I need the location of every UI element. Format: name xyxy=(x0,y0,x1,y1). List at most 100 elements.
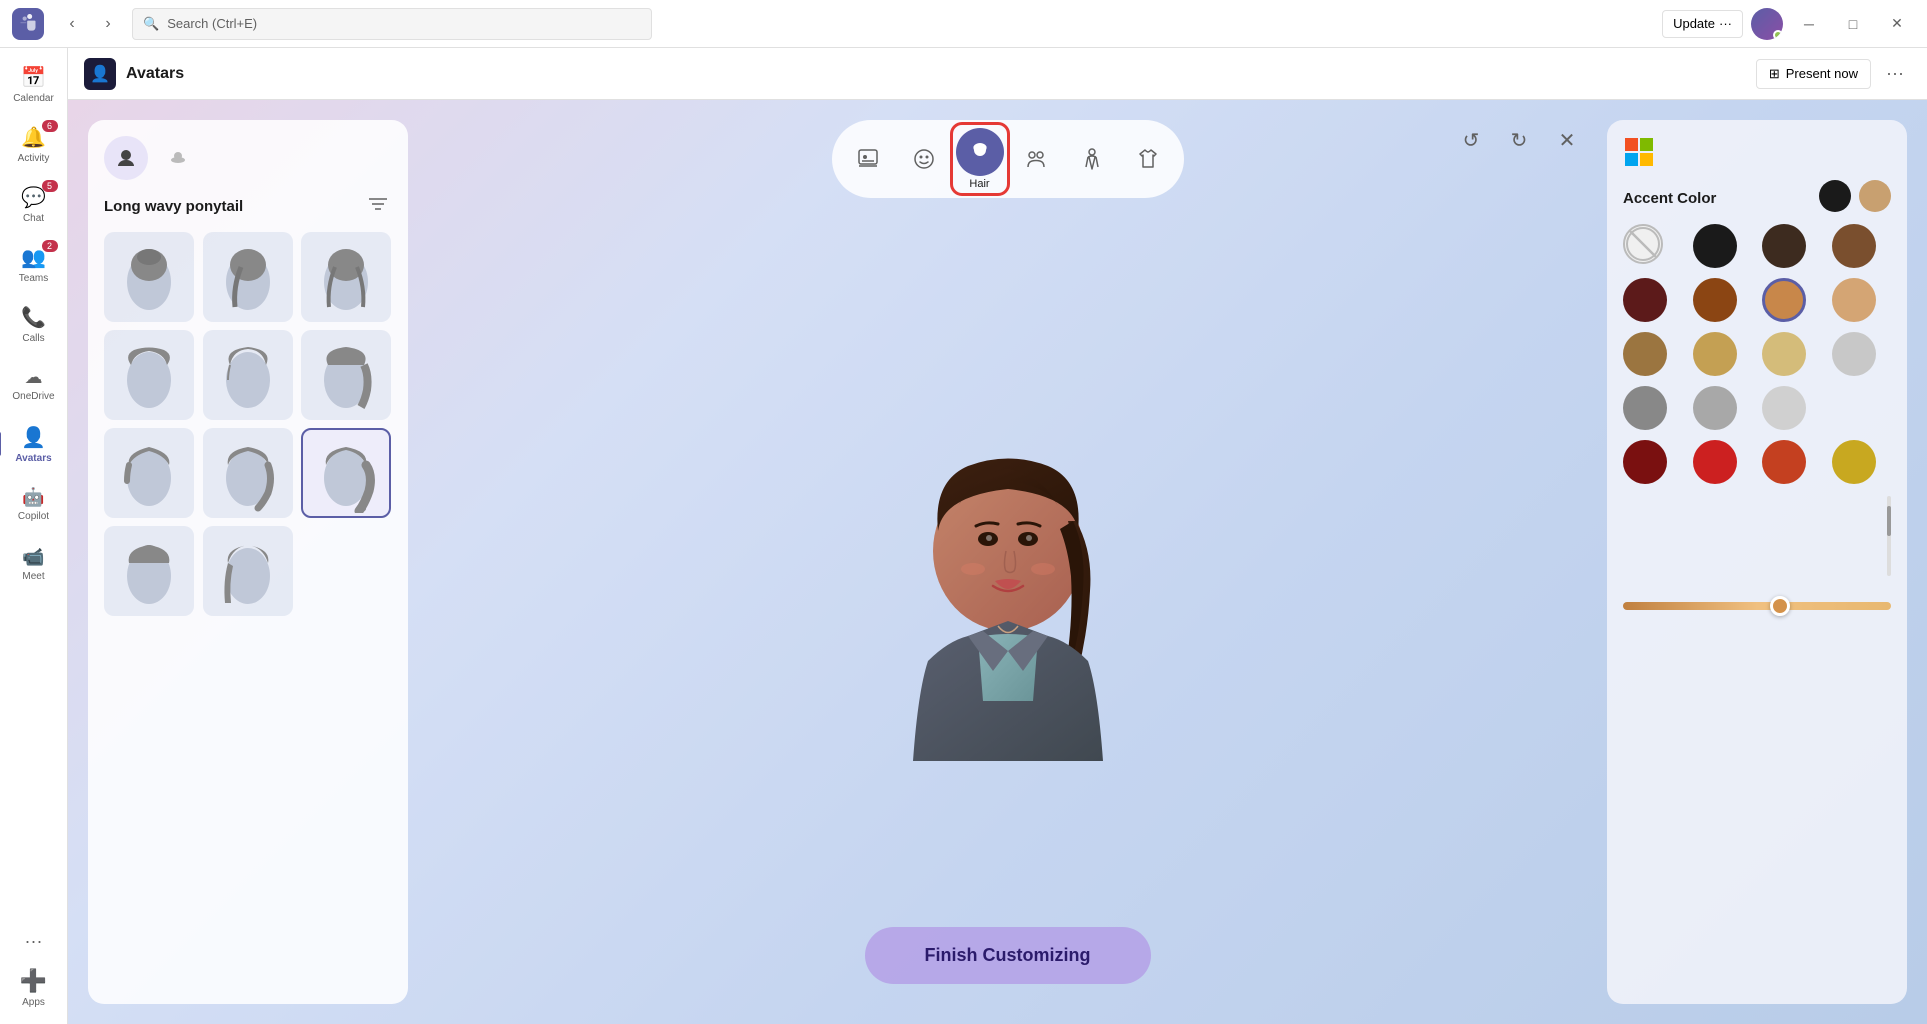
sidebar-label-chat: Chat xyxy=(23,213,44,224)
avatars-icon: 👤 xyxy=(21,425,46,450)
color-red[interactable] xyxy=(1693,440,1737,484)
color-darkblonde[interactable] xyxy=(1693,332,1737,376)
slider-thumb[interactable] xyxy=(1770,596,1790,616)
sidebar-item-onedrive[interactable]: ☁ OneDrive xyxy=(6,356,62,412)
accent-swatch-brown[interactable] xyxy=(1859,180,1891,212)
page-header-icon: 👤 xyxy=(84,58,116,90)
sidebar-item-add[interactable]: ➕ Apps xyxy=(6,960,62,1016)
center-content: Hair xyxy=(408,100,1607,1024)
hair-style-11[interactable] xyxy=(203,526,293,616)
page-title: Avatars xyxy=(126,65,184,83)
hair-tool-button[interactable] xyxy=(956,128,1004,176)
sidebar-item-meet[interactable]: 📹 Meet xyxy=(6,536,62,592)
accent-swatches-top xyxy=(1819,180,1891,212)
onedrive-icon: ☁ xyxy=(25,367,43,388)
color-caramel[interactable] xyxy=(1762,278,1806,322)
hair-style-9[interactable] xyxy=(301,428,391,518)
sidebar-label-calls: Calls xyxy=(22,333,44,344)
close-customizer-button[interactable]: ✕ xyxy=(1547,120,1587,160)
close-button[interactable]: ✕ xyxy=(1879,8,1915,40)
sidebar-label-teams: Teams xyxy=(19,273,48,284)
avatar-area: Long wavy ponytail xyxy=(68,100,1927,1024)
color-brown[interactable] xyxy=(1693,278,1737,322)
tool-group xyxy=(1012,135,1060,183)
teams-logo xyxy=(12,8,44,40)
sidebar-item-avatars[interactable]: 👤 Avatars xyxy=(6,416,62,472)
search-placeholder: Search (Ctrl+E) xyxy=(167,16,257,31)
tab-headwear[interactable] xyxy=(156,136,200,180)
color-empty xyxy=(1832,386,1876,430)
maximize-button[interactable]: □ xyxy=(1835,8,1871,40)
sidebar-item-chat[interactable]: 5 💬 Chat xyxy=(6,176,62,232)
present-now-label: Present now xyxy=(1786,66,1858,81)
color-black[interactable] xyxy=(1693,224,1737,268)
color-darkbrown[interactable] xyxy=(1762,224,1806,268)
page-header-right: ⊞ Present now ··· xyxy=(1756,58,1911,90)
hair-style-10[interactable] xyxy=(104,526,194,616)
group-tool-button[interactable] xyxy=(1012,135,1060,183)
hair-style-6[interactable] xyxy=(301,330,391,420)
hair-style-8[interactable] xyxy=(203,428,293,518)
color-tan[interactable] xyxy=(1832,278,1876,322)
color-darkred2[interactable] xyxy=(1623,440,1667,484)
present-icon: ⊞ xyxy=(1769,66,1780,82)
sidebar-label-apps: Apps xyxy=(22,997,45,1008)
present-now-button[interactable]: ⊞ Present now xyxy=(1756,59,1871,89)
color-darkgray[interactable] xyxy=(1623,386,1667,430)
toolbar-action-buttons: ↺ ↻ ✕ xyxy=(1451,120,1587,160)
reactions-tool-button[interactable] xyxy=(844,135,892,183)
hair-style-2[interactable] xyxy=(203,232,293,322)
color-auburn[interactable] xyxy=(1762,440,1806,484)
color-mediumbrown[interactable] xyxy=(1832,224,1876,268)
filter-button[interactable] xyxy=(364,192,392,220)
forward-button[interactable]: › xyxy=(92,8,124,40)
sidebar-label-avatars: Avatars xyxy=(15,453,51,464)
back-button[interactable]: ‹ xyxy=(56,8,88,40)
color-lightblonde[interactable] xyxy=(1762,332,1806,376)
tab-hair[interactable] xyxy=(104,136,148,180)
redo-button[interactable]: ↻ xyxy=(1499,120,1539,160)
main-layout: 📅 Calendar 6 🔔 Activity 5 💬 Chat 2 👥 Tea… xyxy=(0,48,1927,1024)
body-tool-button[interactable] xyxy=(1068,135,1116,183)
sidebar-label-meet: Meet xyxy=(22,571,44,582)
sidebar-item-copilot[interactable]: 🤖 Copilot xyxy=(6,476,62,532)
minimize-button[interactable]: ─ xyxy=(1791,8,1827,40)
accent-color-title: Accent Color xyxy=(1623,190,1716,207)
hair-style-5[interactable] xyxy=(203,330,293,420)
hair-style-7[interactable] xyxy=(104,428,194,518)
search-bar[interactable]: 🔍 Search (Ctrl+E) xyxy=(132,8,652,40)
sidebar-label-onedrive: OneDrive xyxy=(12,391,54,402)
search-icon: 🔍 xyxy=(143,16,159,32)
finish-customizing-button[interactable]: Finish Customizing xyxy=(865,927,1151,984)
sidebar-item-calls[interactable]: 📞 Calls xyxy=(6,296,62,352)
face-tool-button[interactable] xyxy=(900,135,948,183)
accent-swatch-dark[interactable] xyxy=(1819,180,1851,212)
update-button[interactable]: Update ··· xyxy=(1662,10,1743,38)
avatars-header-icon: 👤 xyxy=(90,64,110,84)
tool-reactions xyxy=(844,135,892,183)
sidebar-item-activity[interactable]: 6 🔔 Activity xyxy=(6,116,62,172)
sidebar-item-teams[interactable]: 2 👥 Teams xyxy=(6,236,62,292)
sidebar-item-calendar[interactable]: 📅 Calendar xyxy=(6,56,62,112)
hair-panel: Long wavy ponytail xyxy=(88,120,408,1004)
hair-style-4[interactable] xyxy=(104,330,194,420)
color-none[interactable] xyxy=(1623,224,1663,264)
clothing-tool-button[interactable] xyxy=(1124,135,1172,183)
color-medgray[interactable] xyxy=(1693,386,1737,430)
nav-buttons: ‹ › xyxy=(56,8,124,40)
user-avatar-button[interactable] xyxy=(1751,8,1783,40)
hair-style-1[interactable] xyxy=(104,232,194,322)
color-silver[interactable] xyxy=(1832,332,1876,376)
hair-style-3[interactable] xyxy=(301,232,391,322)
undo-button[interactable]: ↺ xyxy=(1451,120,1491,160)
color-darkred[interactable] xyxy=(1623,278,1667,322)
update-dots: ··· xyxy=(1719,16,1732,31)
color-goldbrown[interactable] xyxy=(1623,332,1667,376)
sidebar-label-copilot: Copilot xyxy=(18,511,49,522)
slider-track xyxy=(1623,602,1891,610)
more-button[interactable]: ··· xyxy=(25,931,43,952)
color-gold[interactable] xyxy=(1832,440,1876,484)
page-more-button[interactable]: ··· xyxy=(1879,58,1911,90)
color-lightgray[interactable] xyxy=(1762,386,1806,430)
top-toolbar: Hair xyxy=(832,120,1184,198)
